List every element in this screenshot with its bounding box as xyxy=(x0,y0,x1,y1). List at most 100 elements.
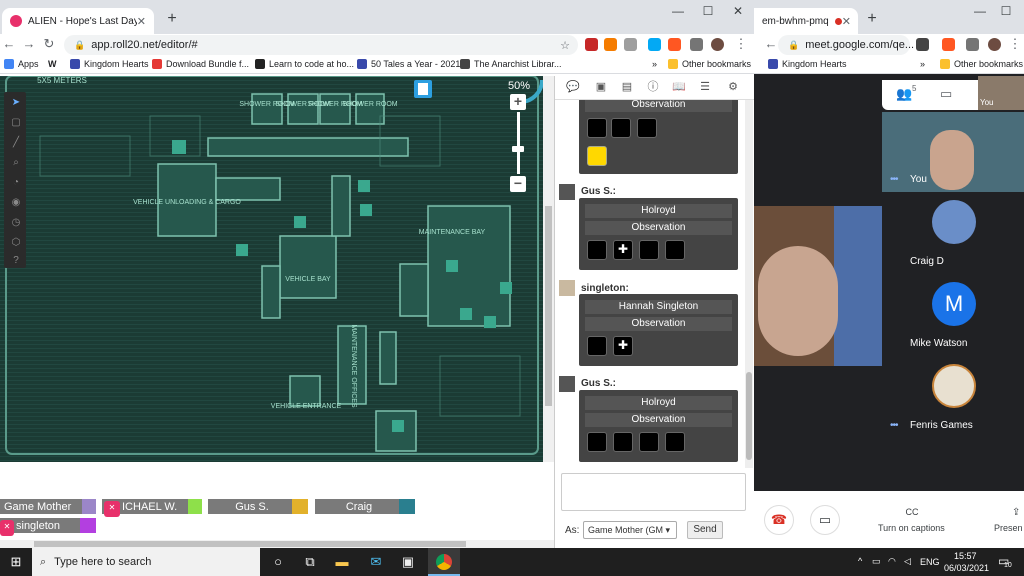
camera-toggle-button[interactable]: ▭ xyxy=(810,505,840,535)
taskbar-search[interactable]: ⌕ Type here to search xyxy=(32,548,260,576)
maximize-button[interactable]: ☐ xyxy=(694,2,722,20)
minimize-button[interactable]: — xyxy=(966,2,994,20)
player-singleton[interactable]: ✕ singleton xyxy=(0,518,80,536)
player-michael[interactable]: ✕ ICHAEL W. xyxy=(102,499,188,517)
zoom-out-button[interactable]: − xyxy=(510,176,526,192)
extension-icon[interactable] xyxy=(604,38,617,51)
draw-icon[interactable]: ╱ xyxy=(7,134,25,152)
menu-icon[interactable]: ⋮ xyxy=(732,36,750,52)
info-icon[interactable]: ⓘ xyxy=(645,80,661,94)
extension-icon[interactable] xyxy=(624,38,637,51)
bookmark-other[interactable]: Other bookmarks xyxy=(668,59,751,69)
select-icon[interactable]: ➤ xyxy=(7,94,25,112)
chat-tab-icon[interactable]: 💬 xyxy=(565,80,581,94)
list-icon[interactable]: ☰ xyxy=(697,80,713,94)
dice-icon[interactable]: ⬡ xyxy=(7,234,25,252)
map-horizontal-scrollbar[interactable] xyxy=(0,540,554,548)
back-icon[interactable]: ← xyxy=(0,36,18,51)
chrome-taskbar-button[interactable] xyxy=(428,548,460,576)
profile-avatar[interactable] xyxy=(988,38,1001,51)
puzzle-icon[interactable] xyxy=(966,38,979,51)
close-window-button[interactable]: ✕ xyxy=(724,2,752,20)
bookmark-overflow[interactable]: » xyxy=(920,59,925,69)
compendium-icon[interactable]: 📖 xyxy=(671,80,687,94)
task-view-icon[interactable]: ⧉ xyxy=(302,554,318,570)
zoom-in-button[interactable]: + xyxy=(510,94,526,110)
help-icon[interactable]: ? xyxy=(7,252,25,270)
bookmark-learn-to-code[interactable]: Learn to code at ho... xyxy=(255,59,354,69)
store-icon[interactable]: ▣ xyxy=(400,554,416,570)
new-tab-button[interactable]: + xyxy=(862,10,882,30)
layers-icon[interactable]: ▢ xyxy=(7,114,25,132)
tab-roll20[interactable]: ALIEN - Hope's Last Day | Roll20 ✕ xyxy=(2,8,154,34)
bookmark-kingdom-hearts[interactable]: Kingdom Hearts xyxy=(70,59,149,69)
camera-off-icon[interactable]: ✕ xyxy=(0,520,14,536)
clock-date[interactable]: 06/03/2021 xyxy=(944,563,989,573)
more-options-icon[interactable]: ••• xyxy=(890,174,898,185)
close-tab-icon[interactable]: ✕ xyxy=(137,15,146,28)
extension-icon[interactable] xyxy=(942,38,955,51)
bookmark-overflow[interactable]: » xyxy=(652,59,657,69)
player-gus[interactable]: Gus S. xyxy=(208,499,292,514)
close-tab-icon[interactable]: ✕ xyxy=(842,15,851,28)
chat-scroll-thumb[interactable] xyxy=(746,372,752,460)
player-craig[interactable]: Craig xyxy=(315,499,399,514)
new-tab-button[interactable]: + xyxy=(162,10,182,30)
camera-off-icon[interactable]: ✕ xyxy=(104,501,120,517)
extension-icon[interactable] xyxy=(668,38,681,51)
battery-icon[interactable]: ▭ xyxy=(872,556,881,567)
player-game-mother[interactable]: Game Mother xyxy=(0,499,82,514)
fog-icon[interactable]: ◉ xyxy=(7,194,25,212)
extension-icon[interactable] xyxy=(648,38,661,51)
captions-icon[interactable]: CC xyxy=(880,507,944,517)
more-options-icon[interactable]: ••• xyxy=(890,420,898,431)
bookmark-apps[interactable]: Apps xyxy=(4,59,39,69)
chat-scrollbar[interactable] xyxy=(745,100,753,468)
language-indicator[interactable]: ENG xyxy=(920,557,940,567)
captions-button[interactable]: Turn on captions xyxy=(878,523,945,533)
profile-avatar[interactable] xyxy=(711,38,724,51)
maximize-button[interactable]: ☐ xyxy=(992,2,1020,20)
zoom-slider-handle[interactable] xyxy=(512,146,524,152)
volume-icon[interactable]: ◁ xyxy=(904,556,911,567)
hang-up-button[interactable]: ☎ xyxy=(764,505,794,535)
mail-icon[interactable]: ✉ xyxy=(368,554,384,570)
bookmark-anarchist-library[interactable]: The Anarchist Librar... xyxy=(460,59,562,69)
start-icon[interactable]: ⊞ xyxy=(8,554,24,570)
puzzle-icon[interactable] xyxy=(690,38,703,51)
extension-icon[interactable] xyxy=(585,38,598,51)
minimize-button[interactable]: — xyxy=(664,2,692,20)
speak-as-select[interactable]: Game Mother (GM ▾ xyxy=(583,521,677,539)
reload-icon[interactable]: ↻ xyxy=(40,36,58,52)
art-library-icon[interactable]: ▣ xyxy=(593,80,609,94)
send-button[interactable]: Send xyxy=(687,521,723,539)
file-explorer-icon[interactable]: ▬ xyxy=(334,554,350,570)
address-bar[interactable]: 🔒 app.roll20.net/editor/# ☆ xyxy=(64,35,578,55)
camera-icon[interactable] xyxy=(916,38,929,51)
map-vertical-scrollbar[interactable] xyxy=(543,76,554,462)
gear-icon[interactable]: ⚙ xyxy=(725,80,741,94)
zoom-slider-track[interactable] xyxy=(517,112,520,174)
bookmark-50-tales[interactable]: 50 Tales a Year - 2021 xyxy=(357,59,460,69)
present-button[interactable]: Presen xyxy=(994,523,1023,533)
map-scroll-thumb[interactable] xyxy=(545,206,552,406)
cortana-icon[interactable]: ○ xyxy=(270,554,286,570)
journal-icon[interactable]: ▤ xyxy=(619,80,635,94)
chat-input[interactable] xyxy=(561,473,746,511)
address-bar[interactable]: 🔒 meet.google.com/qe... xyxy=(778,35,914,55)
star-icon[interactable]: ☆ xyxy=(560,39,570,52)
forward-icon[interactable]: → xyxy=(20,36,38,51)
tab-meet[interactable]: em-bwhm-pmq ✕ xyxy=(754,8,858,34)
map-hscroll-thumb[interactable] xyxy=(34,541,466,547)
bookmark-wikipedia[interactable]: W xyxy=(48,59,57,69)
bookmark-kingdom-hearts[interactable]: Kingdom Hearts xyxy=(768,59,847,69)
turn-tracker-icon[interactable]: ◷ xyxy=(7,214,25,232)
measure-icon[interactable]: ◔ xyxy=(7,174,25,192)
tray-overflow-icon[interactable]: ^ xyxy=(858,556,862,566)
zoom-icon[interactable]: ⌕ xyxy=(7,154,25,172)
chat-icon[interactable]: ▭ xyxy=(940,86,952,102)
clock-time[interactable]: 15:57 xyxy=(954,551,977,561)
menu-icon[interactable]: ⋮ xyxy=(1006,36,1024,52)
present-icon[interactable]: ⇪ xyxy=(1012,507,1020,518)
bookmark-other[interactable]: Other bookmarks xyxy=(940,59,1023,69)
